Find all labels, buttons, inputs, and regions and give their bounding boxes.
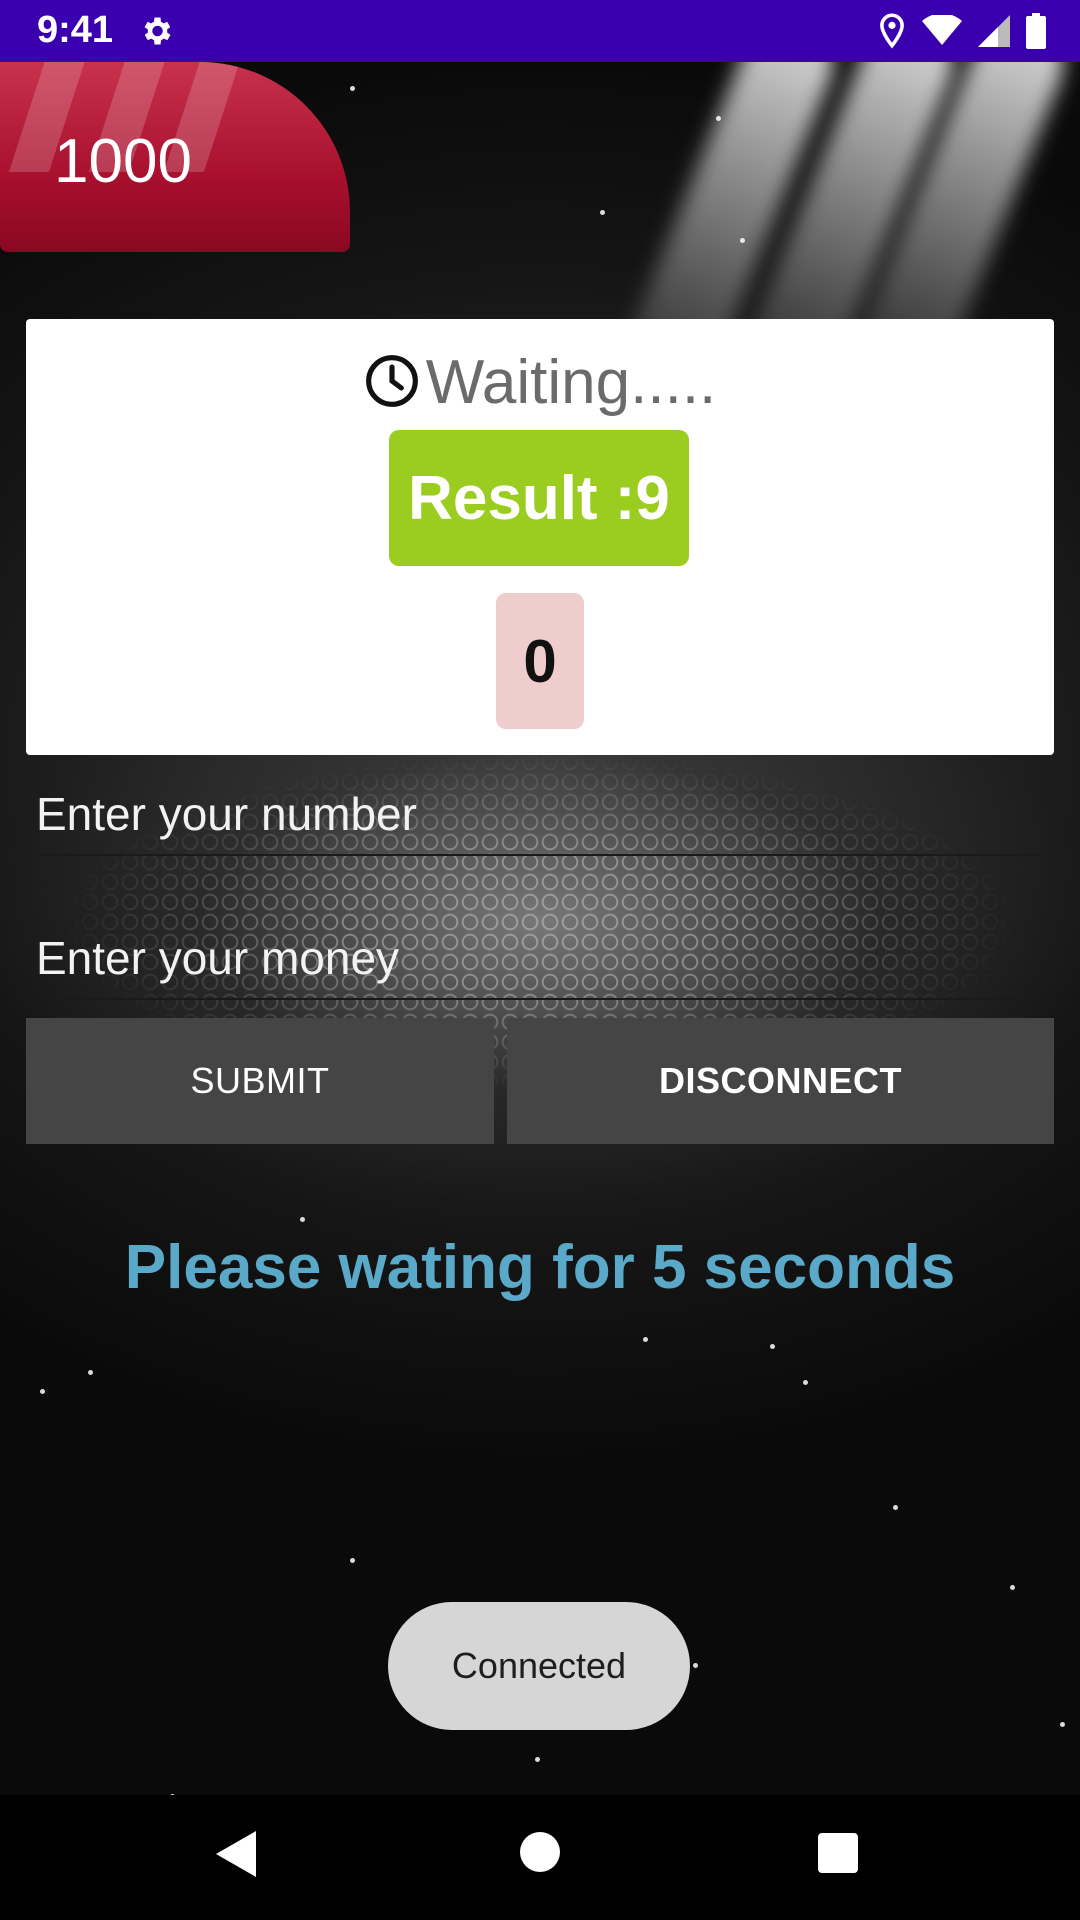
number-input[interactable] (36, 774, 1044, 854)
back-icon[interactable] (216, 1831, 256, 1877)
money-input[interactable] (36, 918, 1044, 998)
wifi-icon (922, 15, 962, 45)
star (803, 1380, 808, 1385)
game-card: Waiting..... Result :9 0 (26, 319, 1054, 755)
star (740, 238, 745, 243)
star (600, 210, 605, 215)
status-time: 9:41 (37, 9, 114, 51)
battery-icon (1026, 13, 1046, 49)
gear-icon (144, 17, 171, 45)
submit-button[interactable]: SUBMIT (26, 1018, 494, 1144)
star (770, 1344, 775, 1349)
money-field (36, 918, 1044, 1000)
number-field (36, 774, 1044, 856)
status-bar: 9:41 (0, 0, 1080, 62)
star (535, 1757, 540, 1762)
navigation-bar (0, 1795, 1080, 1920)
star (350, 1558, 355, 1563)
disconnect-button[interactable]: DISCONNECT (507, 1018, 1054, 1144)
coin-balance: 1000 (54, 127, 192, 196)
star (350, 86, 355, 91)
location-icon (880, 13, 904, 49)
star (716, 116, 721, 121)
status-icons (878, 12, 1046, 50)
recents-icon[interactable] (818, 1833, 858, 1873)
clock-icon (365, 355, 418, 407)
counter-box: 0 (496, 593, 584, 729)
star (893, 1505, 898, 1510)
wait-message: Please wating for 5 seconds (124, 1233, 956, 1302)
waiting-status: Waiting..... (26, 347, 1054, 418)
star (693, 1663, 698, 1668)
star (88, 1370, 93, 1375)
star (300, 1217, 305, 1222)
toast: Connected (388, 1602, 690, 1730)
star (40, 1389, 45, 1394)
star (643, 1337, 648, 1342)
waiting-text: Waiting..... (425, 348, 717, 417)
signal-icon (978, 15, 1010, 47)
result-box: Result :9 (389, 430, 689, 566)
home-icon[interactable] (520, 1832, 560, 1872)
star (1060, 1722, 1065, 1727)
star (1010, 1585, 1015, 1590)
